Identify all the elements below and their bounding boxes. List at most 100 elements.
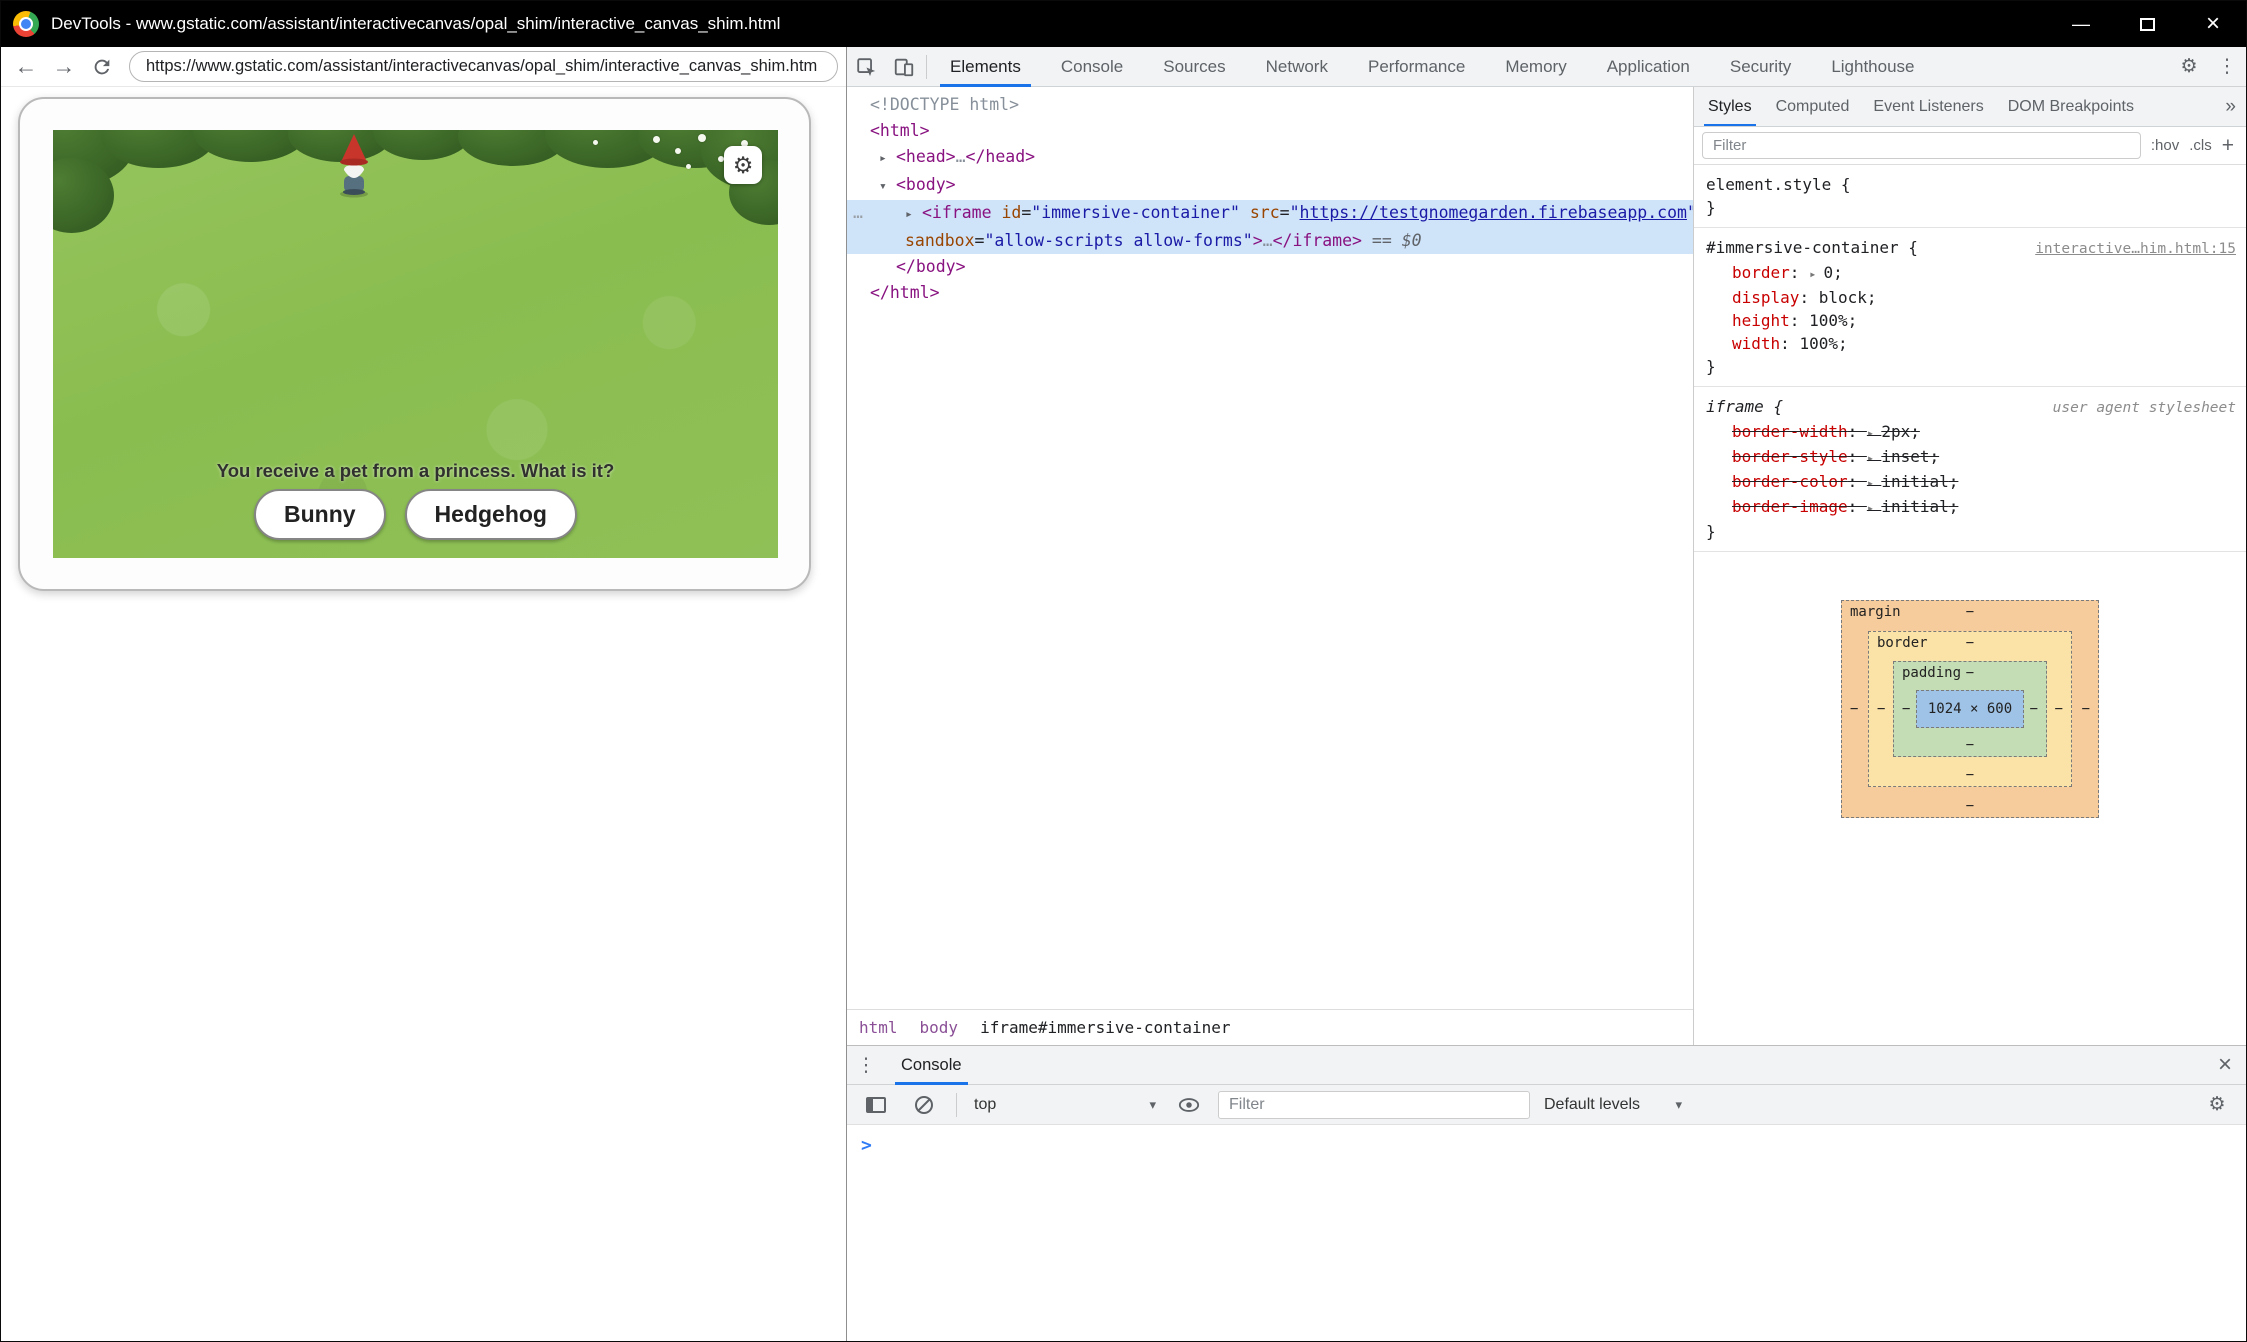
tab-event-listeners[interactable]: Event Listeners (1861, 87, 1995, 127)
live-expression-button[interactable] (1170, 1085, 1208, 1125)
console-filter-input[interactable] (1218, 1091, 1530, 1119)
device-toolbar-button[interactable] (885, 47, 923, 87)
dom-tree-line[interactable]: </body> (847, 254, 1693, 280)
css-property[interactable]: border-width: ▸ 2px; (1706, 420, 2236, 445)
css-property[interactable]: border-color: ▸ initial; (1706, 470, 2236, 495)
reload-button[interactable] (85, 50, 119, 84)
tab-network[interactable]: Network (1246, 47, 1348, 87)
toggle-class-button[interactable]: .cls (2189, 137, 2212, 154)
tab-memory[interactable]: Memory (1485, 47, 1586, 87)
close-button[interactable]: × (2180, 1, 2246, 47)
css-selector[interactable]: #immersive-container { (1706, 236, 1918, 259)
disclosure-triangle-icon[interactable]: ▾ (879, 174, 896, 200)
devtools-settings-button[interactable]: ⚙ (2170, 47, 2208, 87)
tab-elements[interactable]: Elements (930, 47, 1041, 87)
gear-icon: ⚙ (733, 152, 754, 179)
dom-tree-line[interactable]: <!DOCTYPE html> (847, 92, 1693, 118)
dom-tree-line[interactable]: …▸<iframe id="immersive-container" src="… (847, 200, 1693, 228)
expand-shorthand-icon[interactable]: ▸ (1867, 451, 1881, 465)
log-levels-select[interactable]: Default levels ▾ (1540, 1096, 1686, 1114)
tab-sources[interactable]: Sources (1143, 47, 1245, 87)
page-content: ⚙ You receive a pet from a princess. Wha… (1, 87, 846, 1341)
answer-button-bunny[interactable]: Bunny (254, 489, 386, 540)
tab-security[interactable]: Security (1710, 47, 1811, 87)
css-selector[interactable]: iframe { (1706, 395, 1783, 418)
clear-console-icon (915, 1096, 933, 1114)
tab-console[interactable]: Console (1041, 47, 1143, 87)
css-property[interactable]: border-style: ▸ inset; (1706, 445, 2236, 470)
css-property[interactable]: display: block; (1706, 286, 2236, 309)
close-icon: × (2218, 1051, 2232, 1078)
console-sidebar-button[interactable] (857, 1085, 895, 1125)
breadcrumb-item-iframe[interactable]: iframe#immersive-container (980, 1018, 1230, 1037)
expand-shorthand-icon[interactable]: ▸ (1867, 501, 1881, 515)
padding-label: padding (1902, 665, 1961, 681)
close-drawer-button[interactable]: × (2204, 1051, 2246, 1079)
style-rules: element.style {} #immersive-container { in… (1694, 165, 2246, 1045)
style-rule[interactable]: element.style {} (1694, 165, 2246, 228)
execution-context-select[interactable]: top ▾ (970, 1096, 1160, 1114)
tab-performance[interactable]: Performance (1348, 47, 1485, 87)
border-label: border (1877, 635, 1928, 651)
css-property[interactable]: border-image: ▸ initial; (1706, 495, 2236, 520)
expand-shorthand-icon[interactable]: ▸ (1867, 476, 1881, 490)
settings-button[interactable]: ⚙ (724, 146, 762, 184)
content-size: 1024 × 600 (1928, 701, 2012, 717)
css-property[interactable]: border: ▸ 0; (1706, 261, 2236, 286)
drawer-menu-button[interactable]: ⋮ (847, 1045, 885, 1085)
stylesheet-link[interactable]: user agent stylesheet (2043, 397, 2236, 420)
browser-pane: ← → https://www.gstatic.com/assistant/in… (1, 47, 847, 1341)
stylesheet-link[interactable]: interactive…him.html:15 (2025, 238, 2236, 261)
flower (698, 134, 706, 142)
style-rule[interactable]: #immersive-container { interactive…him.ht… (1694, 228, 2246, 387)
game-canvas[interactable]: ⚙ You receive a pet from a princess. Wha… (53, 130, 778, 558)
breadcrumb-item-html[interactable]: html (859, 1018, 898, 1037)
url-bar[interactable]: https://www.gstatic.com/assistant/intera… (129, 51, 838, 82)
tab-application[interactable]: Application (1587, 47, 1710, 87)
expand-shorthand-icon[interactable]: ▸ (1867, 426, 1881, 440)
question-text: You receive a pet from a princess. What … (53, 460, 778, 482)
box-model-padding[interactable]: padding−−−−1024 × 600 (1893, 661, 2047, 757)
style-rule[interactable]: iframe { user agent stylesheetborder-widt… (1694, 387, 2246, 552)
console-toolbar: top ▾ Default levels ▾ ⚙ (847, 1085, 2246, 1125)
more-tabs-button[interactable]: » (2215, 96, 2246, 118)
clear-console-button[interactable] (905, 1085, 943, 1125)
console-settings-button[interactable]: ⚙ (2198, 1085, 2236, 1125)
dom-tree-line[interactable]: ▸<head>…</head> (847, 144, 1693, 172)
maximize-button[interactable] (2114, 1, 2180, 47)
css-property[interactable]: width: 100%; (1706, 332, 2236, 355)
box-model-content[interactable]: 1024 × 600 (1916, 690, 2024, 728)
gnome-illustration (331, 132, 377, 198)
inspect-button[interactable] (847, 47, 885, 87)
css-property[interactable]: height: 100%; (1706, 309, 2236, 332)
drawer-tab-console[interactable]: Console (885, 1046, 978, 1085)
dom-tree-line[interactable]: ▾<body> (847, 172, 1693, 200)
tab-styles[interactable]: Styles (1696, 87, 1764, 127)
disclosure-triangle-icon[interactable]: ▸ (905, 202, 922, 228)
toggle-hover-state-button[interactable]: :hov (2151, 137, 2179, 154)
new-style-rule-button[interactable]: + (2222, 134, 2238, 158)
tab-computed[interactable]: Computed (1764, 87, 1862, 127)
expand-shorthand-icon[interactable]: ▸ (1809, 267, 1823, 281)
breadcrumb-item-body[interactable]: body (920, 1018, 959, 1037)
back-button[interactable]: ← (9, 50, 43, 84)
chevron-down-icon: ▾ (1149, 1097, 1156, 1113)
console-output[interactable]: > (847, 1125, 2246, 1341)
css-selector[interactable]: element.style { (1706, 173, 1851, 196)
tab-lighthouse[interactable]: Lighthouse (1811, 47, 1934, 87)
dom-tree-line[interactable]: <html> (847, 118, 1693, 144)
overflow-dots-icon[interactable]: … (853, 200, 864, 226)
flower (686, 164, 691, 169)
devtools-menu-button[interactable]: ⋮ (2208, 47, 2246, 87)
box-model-margin[interactable]: margin−−−−border−−−−padding−−−−1024 × 60… (1841, 600, 2099, 818)
console-prompt[interactable]: > (861, 1135, 2246, 1156)
dom-tree-line[interactable]: </html> (847, 280, 1693, 306)
dom-tree-line[interactable]: sandbox="allow-scripts allow-forms">…</i… (847, 228, 1693, 254)
forward-button[interactable]: → (47, 50, 81, 84)
answer-button-hedgehog[interactable]: Hedgehog (405, 489, 577, 540)
tab-dom-breakpoints[interactable]: DOM Breakpoints (1996, 87, 2146, 127)
styles-filter-input[interactable] (1702, 132, 2141, 159)
minimize-button[interactable]: — (2048, 1, 2114, 47)
disclosure-triangle-icon[interactable]: ▸ (879, 146, 896, 172)
box-model-border[interactable]: border−−−−padding−−−−1024 × 600 (1868, 631, 2072, 787)
